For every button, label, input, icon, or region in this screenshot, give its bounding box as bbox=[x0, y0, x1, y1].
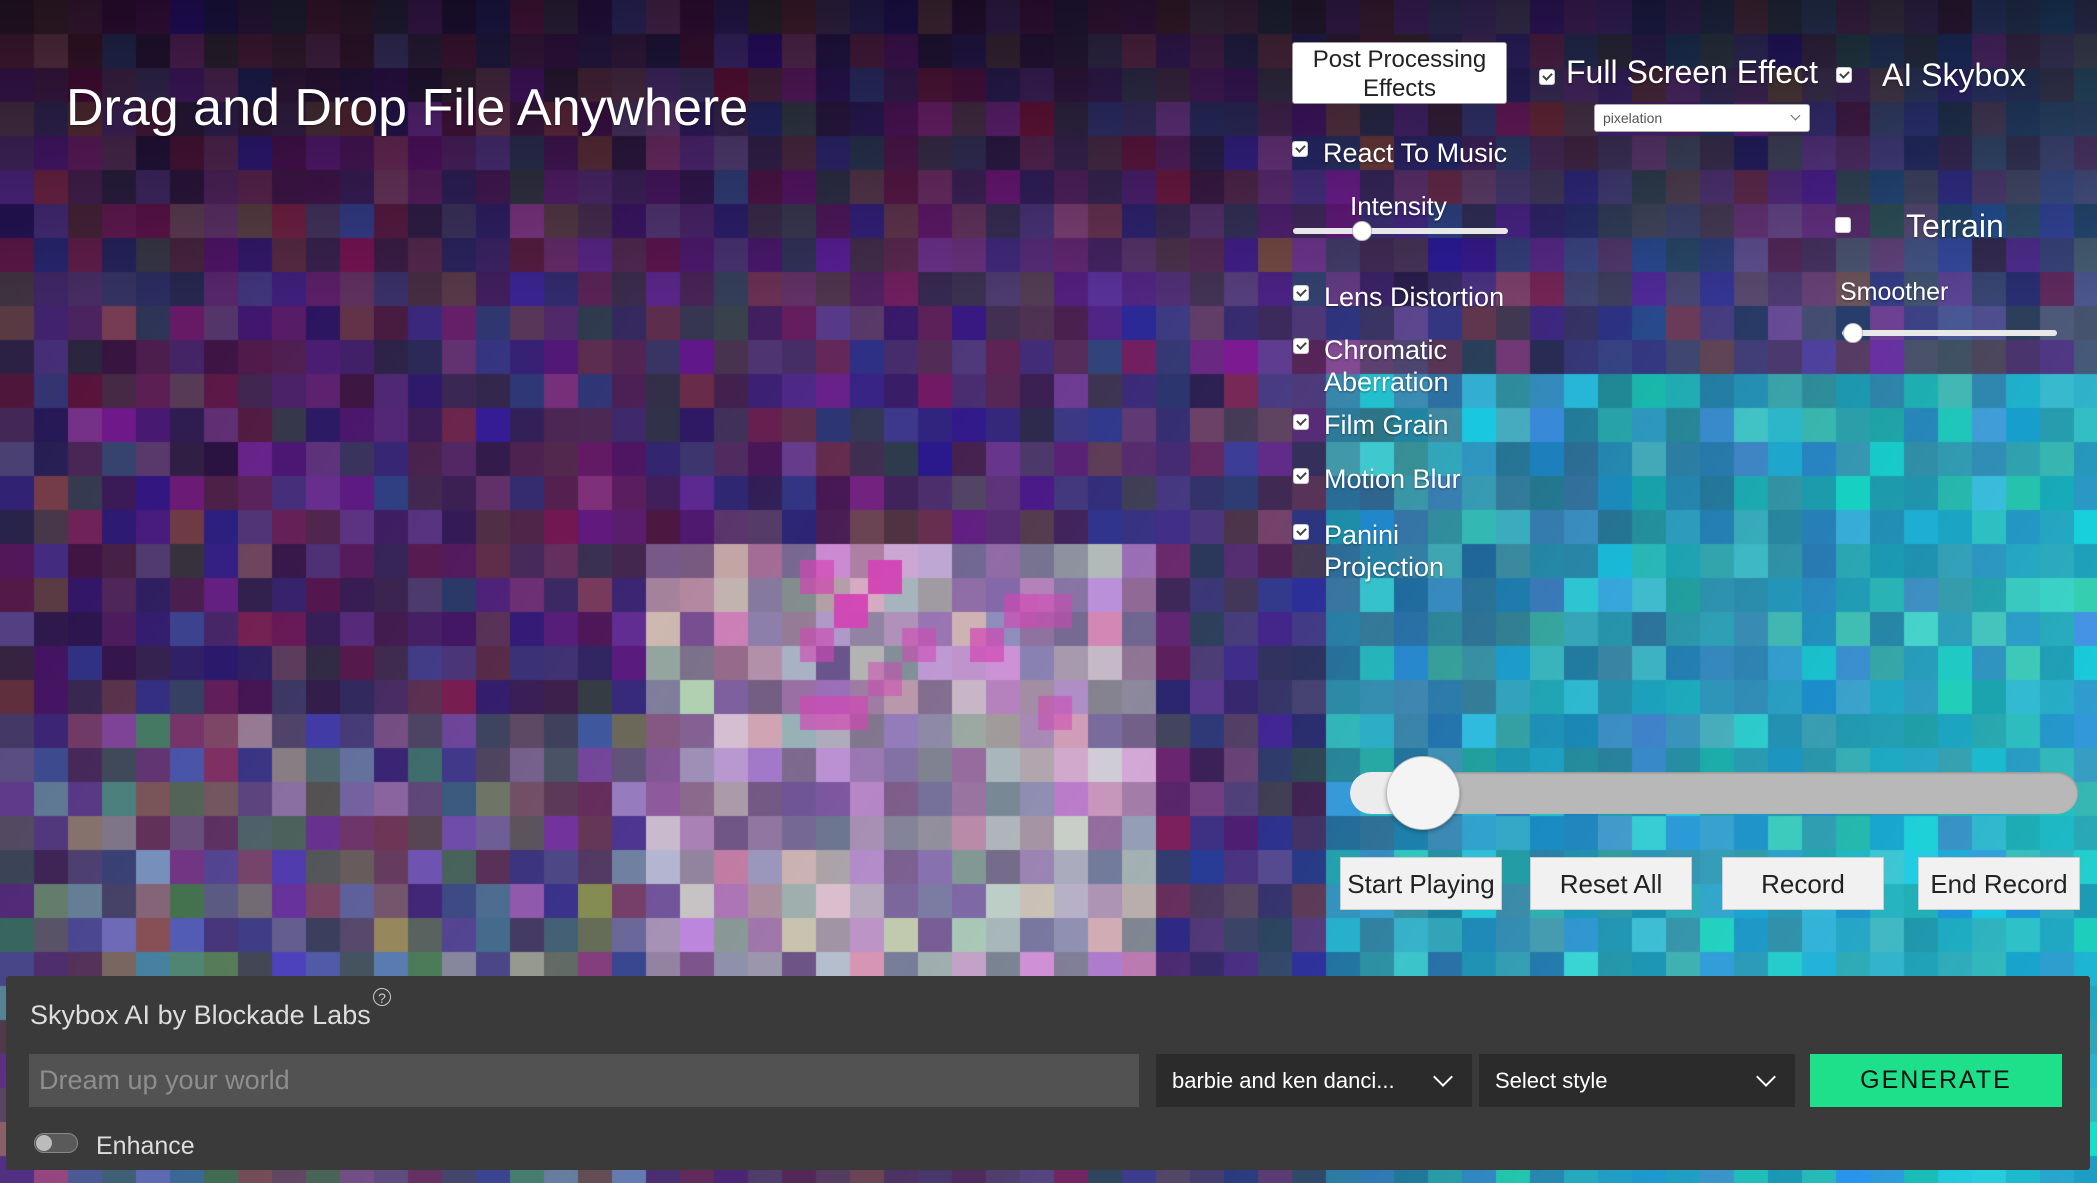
skybox-panel-title: Skybox AI by Blockade Labs bbox=[30, 1000, 371, 1030]
reset-all-button[interactable]: Reset All bbox=[1530, 857, 1692, 910]
react-to-music-checkbox[interactable] bbox=[1292, 141, 1308, 157]
post-processing-button[interactable]: Post Processing Effects bbox=[1292, 42, 1507, 104]
style-select[interactable]: Select style bbox=[1479, 1054, 1795, 1107]
smoother-slider[interactable] bbox=[1842, 330, 2057, 336]
intensity-label: Intensity bbox=[1350, 191, 1447, 221]
chevron-down-icon bbox=[1756, 1067, 1776, 1087]
lens-distortion-checkbox[interactable] bbox=[1293, 285, 1309, 301]
smoother-slider-thumb[interactable] bbox=[1842, 323, 1863, 343]
record-button[interactable]: Record bbox=[1722, 857, 1884, 910]
effect-select[interactable]: pixelation bbox=[1594, 104, 1810, 132]
motion-blur-checkbox[interactable] bbox=[1293, 468, 1309, 484]
preset-select-value: barbie and ken danci... bbox=[1172, 1068, 1395, 1093]
full-screen-effect-label: Full Screen Effect bbox=[1566, 54, 1818, 90]
style-select-value: Select style bbox=[1495, 1068, 1608, 1093]
film-grain-checkbox[interactable] bbox=[1293, 414, 1309, 430]
enhance-toggle[interactable] bbox=[34, 1133, 78, 1153]
end-record-button[interactable]: End Record bbox=[1918, 857, 2080, 910]
smoother-label: Smoother bbox=[1840, 278, 1949, 306]
motion-blur-label: Motion Blur bbox=[1324, 464, 1461, 494]
lens-distortion-label: Lens Distortion bbox=[1324, 282, 1505, 312]
react-to-music-label: React To Music bbox=[1323, 138, 1508, 168]
ai-skybox-checkbox[interactable] bbox=[1836, 67, 1852, 83]
help-icon[interactable]: ? bbox=[373, 988, 391, 1006]
panini-projection-label: Panini Projection bbox=[1324, 520, 1445, 582]
page-title: Drag and Drop File Anywhere bbox=[66, 79, 749, 137]
chromatic-aberration-label: Chromatic Aberration bbox=[1324, 335, 1449, 397]
film-grain-label: Film Grain bbox=[1324, 410, 1449, 440]
preset-select[interactable]: barbie and ken danci... bbox=[1156, 1054, 1472, 1107]
effect-select-value: pixelation bbox=[1603, 110, 1663, 126]
chromatic-aberration-checkbox[interactable] bbox=[1293, 338, 1309, 354]
terrain-checkbox[interactable] bbox=[1835, 217, 1851, 233]
full-screen-effect-checkbox[interactable] bbox=[1539, 69, 1555, 85]
playback-slider-thumb[interactable] bbox=[1385, 756, 1460, 830]
toggle-knob bbox=[36, 1135, 52, 1151]
intensity-slider-thumb[interactable] bbox=[1351, 221, 1372, 241]
panini-projection-checkbox[interactable] bbox=[1293, 524, 1309, 540]
terrain-label: Terrain bbox=[1906, 208, 2004, 244]
chevron-down-icon bbox=[1790, 110, 1801, 121]
chevron-down-icon bbox=[1433, 1067, 1453, 1087]
generate-button[interactable]: GENERATE bbox=[1810, 1054, 2062, 1107]
intensity-slider[interactable] bbox=[1293, 228, 1508, 234]
prompt-input[interactable] bbox=[29, 1054, 1139, 1107]
ai-skybox-label: AI Skybox bbox=[1882, 57, 2027, 93]
enhance-label: Enhance bbox=[96, 1132, 195, 1160]
start-playing-button[interactable]: Start Playing bbox=[1340, 857, 1502, 910]
